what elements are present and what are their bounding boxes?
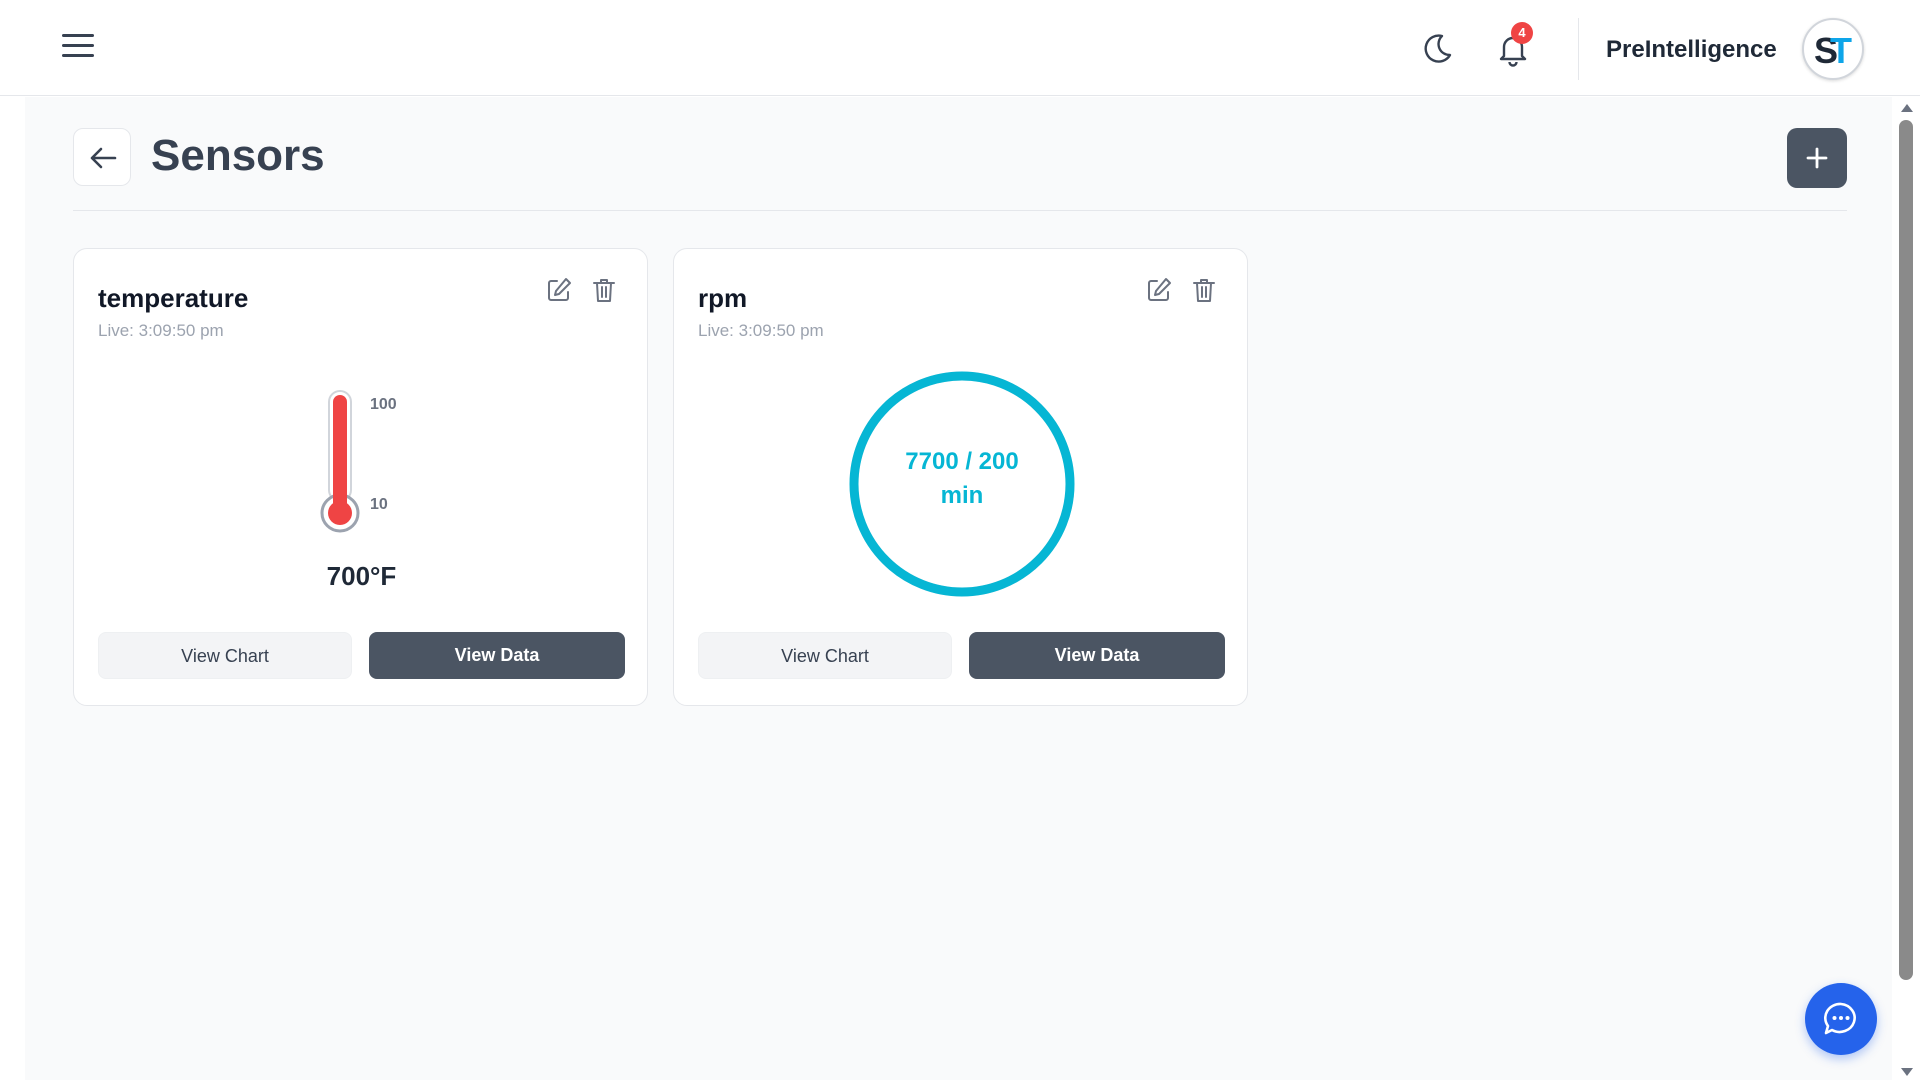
scroll-down-arrow-icon[interactable] [1901,1068,1913,1076]
thermometer-bulb [328,501,352,525]
avatar-logo-icon: S T [1814,30,1852,71]
scroll-up-arrow-icon[interactable] [1901,104,1913,112]
notification-badge: 4 [1511,22,1533,44]
view-data-button[interactable]: View Data [369,632,625,679]
sensor-card-rpm: rpm Live: 3:09:50 pm 7700 / 200 min View… [673,248,1248,706]
edit-icon[interactable] [544,275,574,305]
thermometer-max-label: 100 [370,396,397,413]
sensor-live-time: Live: 3:09:50 pm [98,321,224,340]
arrow-left-icon [90,147,117,169]
sensor-name: rpm [698,283,748,313]
title-divider [73,210,1847,211]
back-button[interactable] [73,128,131,186]
trash-icon[interactable] [589,275,619,305]
gauge-value-line2: min [940,482,984,509]
thermometer-min-label: 10 [370,496,388,513]
hamburger-menu-icon[interactable] [62,34,94,62]
brand-name: PreIntelligence [1606,36,1777,63]
thermometer-fill [333,395,347,511]
page-title: Sensors [151,131,325,180]
sensor-card-temperature: temperature Live: 3:09:50 pm 100 10 700°… [73,248,648,706]
thermometer-gauge: 100 10 [320,390,397,533]
sensor-live-time: Live: 3:09:50 pm [698,321,824,340]
chat-bubble-icon [1824,1002,1856,1035]
view-chart-button[interactable]: View Chart [98,632,352,679]
gauge-value-line1: 7700 / 200 [905,448,1019,475]
plus-icon [1806,147,1828,169]
top-bar: 4 PreIntelligence S T [0,0,1920,96]
gauge-value: 7700 / 200 min [847,445,1077,513]
main-content: Sensors temperature Live: 3:09:50 pm 100 [25,97,1892,1080]
temperature-value: 700°F [326,561,397,591]
view-chart-button[interactable]: View Chart [698,632,952,679]
edit-icon[interactable] [1144,275,1174,305]
trash-icon[interactable] [1189,275,1219,305]
add-sensor-button[interactable] [1787,128,1847,188]
bell-icon[interactable]: 4 [1493,22,1533,68]
view-data-button[interactable]: View Data [969,632,1225,679]
avatar-initial-t: T [1830,30,1852,71]
scrollbar-thumb[interactable] [1899,120,1913,980]
sensor-name: temperature [98,283,249,313]
moon-icon[interactable] [1418,28,1458,68]
avatar[interactable]: S T [1802,18,1864,80]
chat-button[interactable] [1805,983,1877,1055]
header-divider [1578,18,1579,80]
